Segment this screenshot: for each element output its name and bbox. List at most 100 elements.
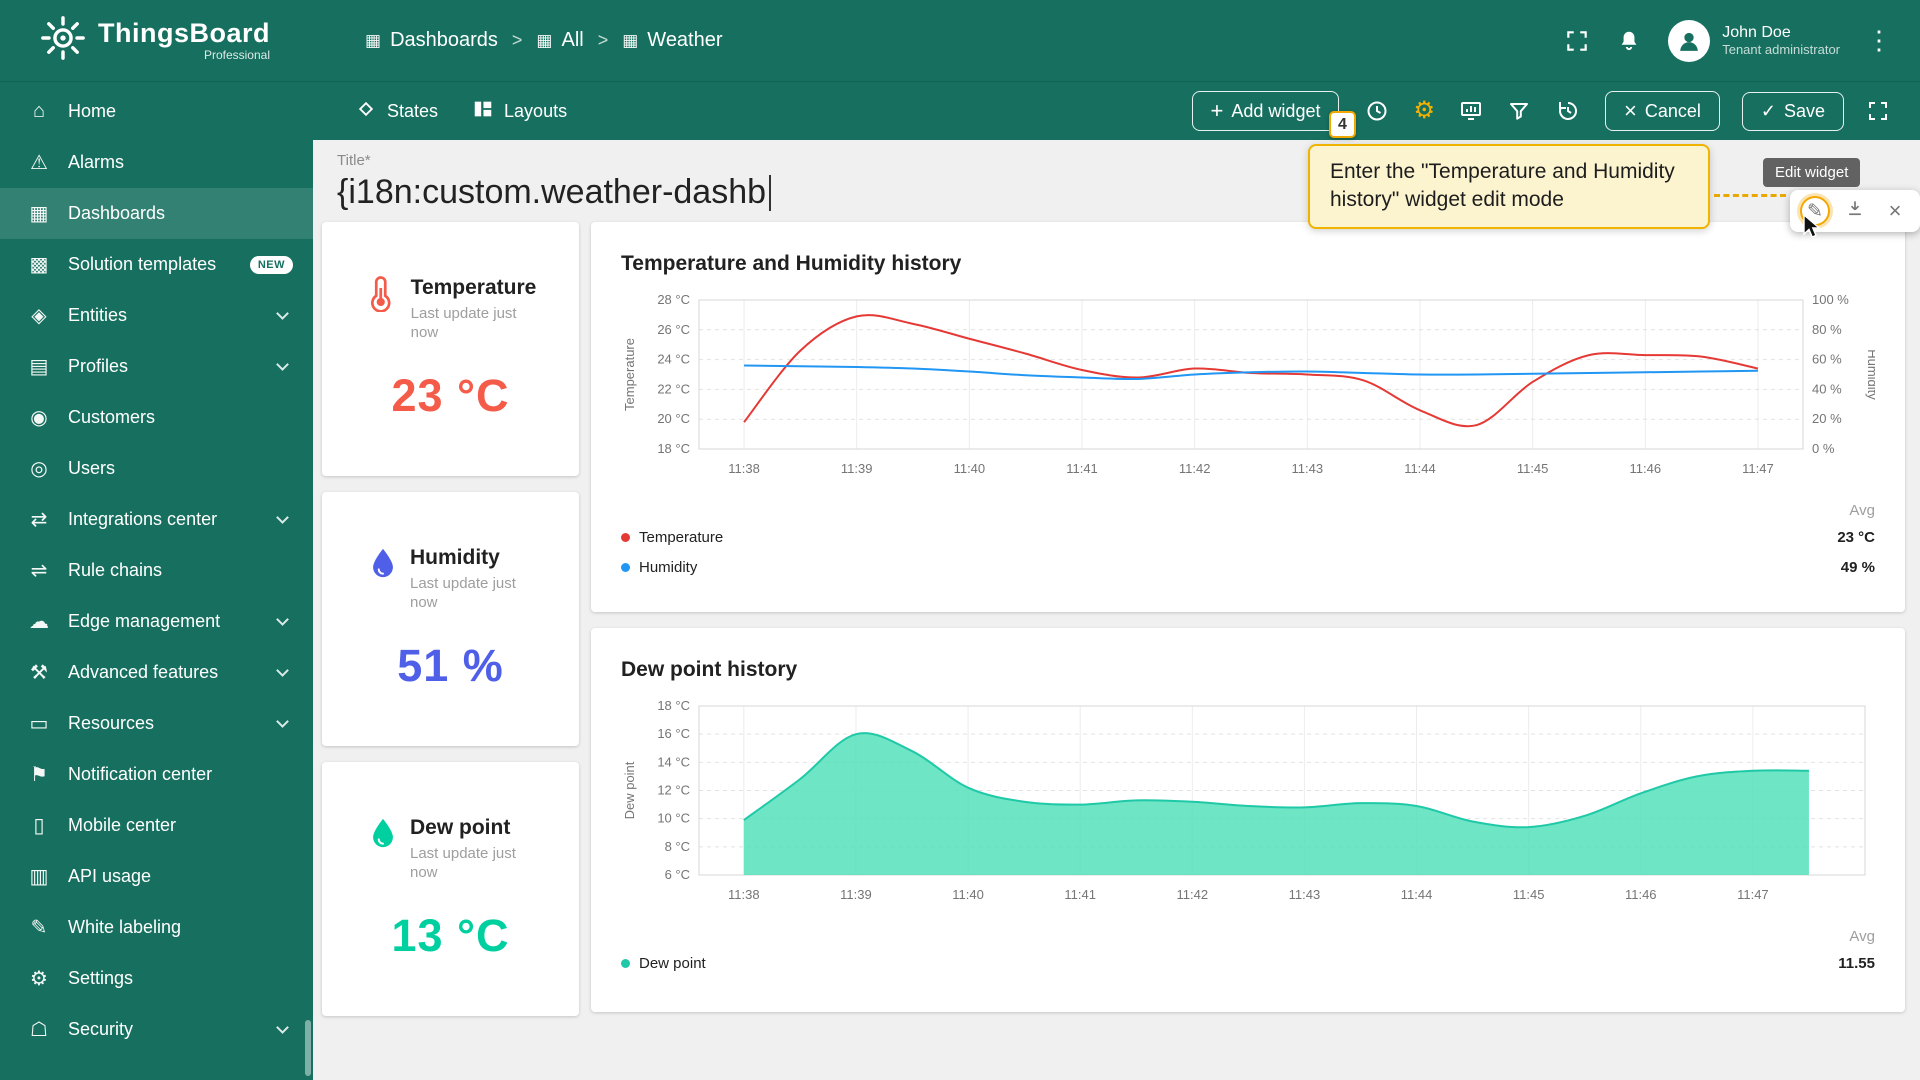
thermometer-icon [365, 276, 401, 317]
toolbar-fullscreen-icon[interactable] [1866, 99, 1890, 123]
chevron-down-icon [276, 664, 289, 677]
svg-text:14 °C: 14 °C [657, 754, 690, 769]
breadcrumb-label: All [561, 29, 583, 52]
thingsboard-logo[interactable]: ThingsBoard Professional [40, 15, 270, 66]
sidebar-item-customers[interactable]: ◉ Customers [0, 392, 313, 443]
notifications-bell-icon[interactable] [1616, 28, 1642, 54]
version-history-icon[interactable] [1555, 99, 1579, 123]
solution-templates-icon: ▩ [26, 252, 52, 277]
cancel-button[interactable]: × Cancel [1605, 91, 1720, 131]
sidebar-item-integrations-center[interactable]: ⇄Integrations center [0, 494, 313, 545]
svg-text:11:45: 11:45 [1513, 887, 1545, 902]
svg-text:11:42: 11:42 [1179, 461, 1211, 476]
chevron-down-icon [276, 358, 289, 371]
legend-item[interactable]: Dew point [621, 955, 706, 972]
api-usage-icon: ▥ [26, 864, 52, 889]
dashboards-icon: ▦ [365, 32, 381, 49]
legend-item[interactable]: Humidity [621, 559, 697, 576]
svg-text:11:47: 11:47 [1737, 887, 1769, 902]
svg-text:22 °C: 22 °C [657, 381, 690, 396]
sidebar-item-security[interactable]: ☖Security [0, 1004, 313, 1055]
sidebar-item-api-usage[interactable]: ▥API usage [0, 851, 313, 902]
sidebar-item-profiles[interactable]: ▤Profiles [0, 341, 313, 392]
avatar [1668, 20, 1710, 62]
user-role: Tenant administrator [1722, 42, 1840, 57]
sidebar-item-label: Customers [68, 407, 155, 428]
svg-text:11:43: 11:43 [1289, 887, 1321, 902]
temperature-card[interactable]: TemperatureLast update just now23 °C [322, 222, 579, 476]
thingsboard-app: ThingsBoard Professional ▦Dashboards>▦Al… [0, 0, 1920, 1080]
legend-item[interactable]: Temperature [621, 529, 723, 546]
toolbar-right-group: + Add widget ⚙ [1192, 91, 1890, 131]
user-menu[interactable]: John Doe Tenant administrator [1668, 20, 1840, 62]
sidebar-scrollbar[interactable] [305, 1020, 311, 1076]
dew-point-card[interactable]: Dew pointLast update just now13 °C [322, 762, 579, 1016]
svg-text:24 °C: 24 °C [657, 352, 690, 367]
sidebar-item-notification-center[interactable]: ⚑ Notification center [0, 749, 313, 800]
sidebar-item-solution-templates[interactable]: ▩Solution templatesNEW [0, 239, 313, 290]
sidebar-item-label: Alarms [68, 152, 124, 173]
download-widget-button[interactable] [1840, 196, 1870, 226]
svg-text:18 °C: 18 °C [657, 441, 690, 456]
sidebar-item-entities[interactable]: ◈ Entities [0, 290, 313, 341]
dew-point-chart[interactable]: 11:3811:3911:4011:4111:4211:4311:4411:45… [621, 700, 1875, 910]
sidebar-item-label: Home [68, 101, 116, 122]
notification-center-icon: ⚑ [26, 762, 52, 787]
close-widget-button[interactable]: × [1880, 196, 1910, 226]
sidebar-item-dashboards[interactable]: ▦Dashboards [0, 188, 313, 239]
sidebar-item-label: Advanced features [68, 662, 218, 683]
svg-text:20 °C: 20 °C [657, 411, 690, 426]
sidebar-item-label: Resources [68, 713, 154, 734]
save-button[interactable]: ✓ Save [1742, 92, 1844, 131]
dashboard-settings-gear-icon[interactable]: ⚙ [1413, 99, 1435, 123]
breadcrumb-item-weather[interactable]: ▦Weather [622, 29, 722, 52]
svg-text:6 °C: 6 °C [665, 867, 690, 882]
sidebar-item-home[interactable]: ⌂Home [0, 86, 313, 137]
sidebar-item-settings[interactable]: ⚙Settings [0, 953, 313, 1004]
temperature-humidity-chart[interactable]: 11:3811:3911:4011:4111:4211:4311:4411:45… [621, 294, 1875, 484]
svg-text:0 %: 0 % [1812, 441, 1835, 456]
svg-text:100 %: 100 % [1812, 294, 1849, 307]
sidebar-item-white-labeling[interactable]: ✎White labeling [0, 902, 313, 953]
sidebar-item-users[interactable]: ◎Users [0, 443, 313, 494]
logo-subtitle: Professional [204, 48, 270, 62]
filters-icon[interactable] [1507, 99, 1531, 123]
breadcrumb-item-all[interactable]: ▦All [536, 29, 583, 52]
breadcrumb-label: Dashboards [390, 29, 498, 52]
add-widget-button[interactable]: + Add widget [1192, 91, 1340, 131]
svg-text:11:47: 11:47 [1742, 461, 1774, 476]
breadcrumb-item-dashboards[interactable]: ▦ Dashboards [365, 29, 498, 52]
widget-title: Temperature and Humidity history [621, 252, 1875, 276]
title-field-value[interactable]: {i18n:custom.weather-dashb [337, 173, 766, 212]
sidebar-item-edge-management[interactable]: ☁Edge management [0, 596, 313, 647]
sidebar-item-resources[interactable]: ▭Resources [0, 698, 313, 749]
widget-title: Dew point history [621, 658, 1875, 682]
customers-icon: ◉ [26, 405, 52, 430]
sidebar-item-rule-chains[interactable]: ⇌Rule chains [0, 545, 313, 596]
sidebar-item-advanced-features[interactable]: ⚒Advanced features [0, 647, 313, 698]
temperature-humidity-history-widget[interactable]: Temperature and Humidity history 11:3811… [591, 222, 1905, 612]
sidebar-item-label: Notification center [68, 764, 212, 785]
sidebar-item-label: Entities [68, 305, 127, 326]
fullscreen-icon[interactable] [1564, 28, 1590, 54]
dew-point-history-widget[interactable]: Dew point history 11:3811:3911:4011:4111… [591, 628, 1905, 1012]
states-button[interactable]: States [355, 98, 438, 125]
entities-icon: ◈ [26, 303, 52, 328]
kebab-menu-icon[interactable]: ⋮ [1866, 25, 1892, 56]
sidebar-item-alarms[interactable]: ⚠Alarms [0, 137, 313, 188]
time-window-icon[interactable] [1365, 99, 1389, 123]
sidebar-item-label: Mobile center [68, 815, 176, 836]
svg-text:60 %: 60 % [1812, 352, 1842, 367]
card-title: Dew point [410, 816, 535, 840]
card-last-update: Last update just now [411, 305, 536, 343]
entity-aliases-icon[interactable] [1459, 99, 1483, 123]
svg-text:11:43: 11:43 [1292, 461, 1324, 476]
layouts-button[interactable]: Layouts [472, 98, 567, 125]
tutorial-step-badge: 4 [1329, 111, 1356, 138]
tutorial-connector-line [1714, 194, 1786, 197]
humidity-card[interactable]: HumidityLast update just now51 % [322, 492, 579, 746]
legend-avg-header: Avg [1849, 928, 1875, 945]
tutorial-callout: Enter the "Temperature and Humidity hist… [1308, 144, 1710, 229]
svg-text:16 °C: 16 °C [657, 726, 690, 741]
sidebar-item-mobile-center[interactable]: ▯Mobile center [0, 800, 313, 851]
